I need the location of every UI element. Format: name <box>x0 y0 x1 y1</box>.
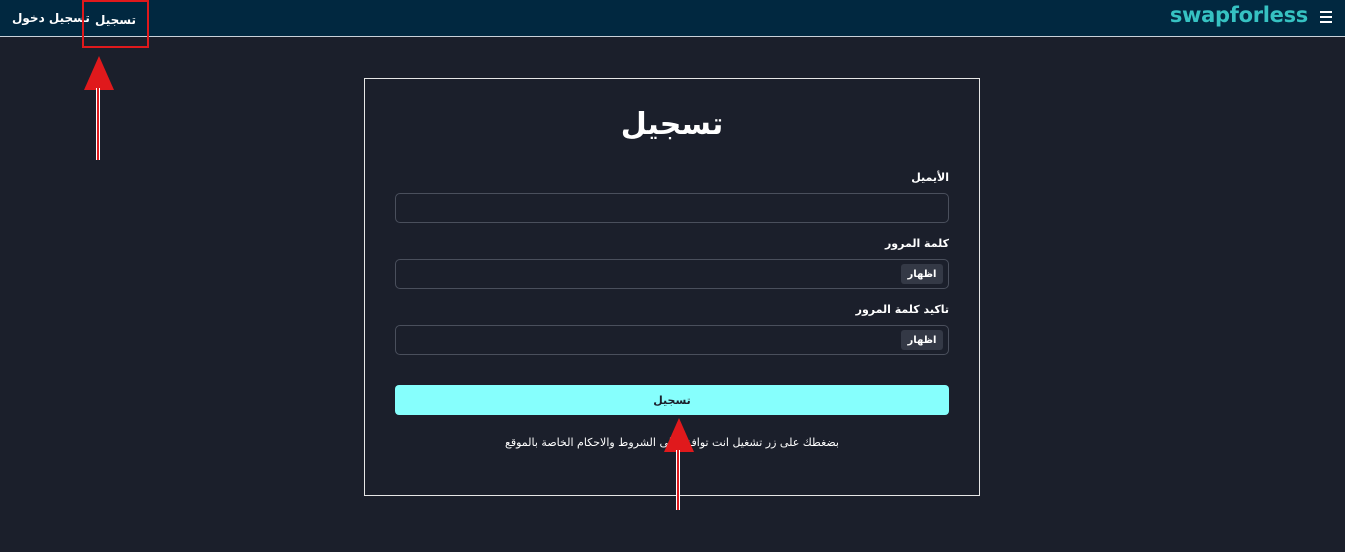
page-title: تسجيل <box>620 107 724 142</box>
show-confirm-password-button[interactable]: اظهار <box>901 330 943 350</box>
top-navbar: تسجيل دخول تسجيل swapforless <box>0 0 1345 48</box>
email-label: الأيميل <box>911 171 949 184</box>
confirm-password-label: تاكيد كلمة المرور <box>855 303 949 316</box>
nav-login-link[interactable]: تسجيل دخول <box>12 11 90 25</box>
register-submit-button[interactable]: تسجيل <box>395 385 949 415</box>
nav-register-highlight: تسجيل <box>82 0 149 48</box>
arrow-head <box>664 418 694 452</box>
arrow-head <box>84 56 114 90</box>
arrow-shaft <box>96 88 100 160</box>
password-label: كلمة المرور <box>884 237 949 250</box>
email-input[interactable] <box>395 193 949 223</box>
hamburger-menu-icon[interactable] <box>1320 11 1332 23</box>
nav-register-link[interactable]: تسجيل <box>95 13 136 27</box>
confirm-password-input[interactable] <box>395 325 949 355</box>
password-input[interactable] <box>395 259 949 289</box>
arrow-shaft <box>676 450 680 510</box>
brand-logo[interactable]: swapforless <box>1170 3 1308 27</box>
show-password-button[interactable]: اظهار <box>901 264 943 284</box>
